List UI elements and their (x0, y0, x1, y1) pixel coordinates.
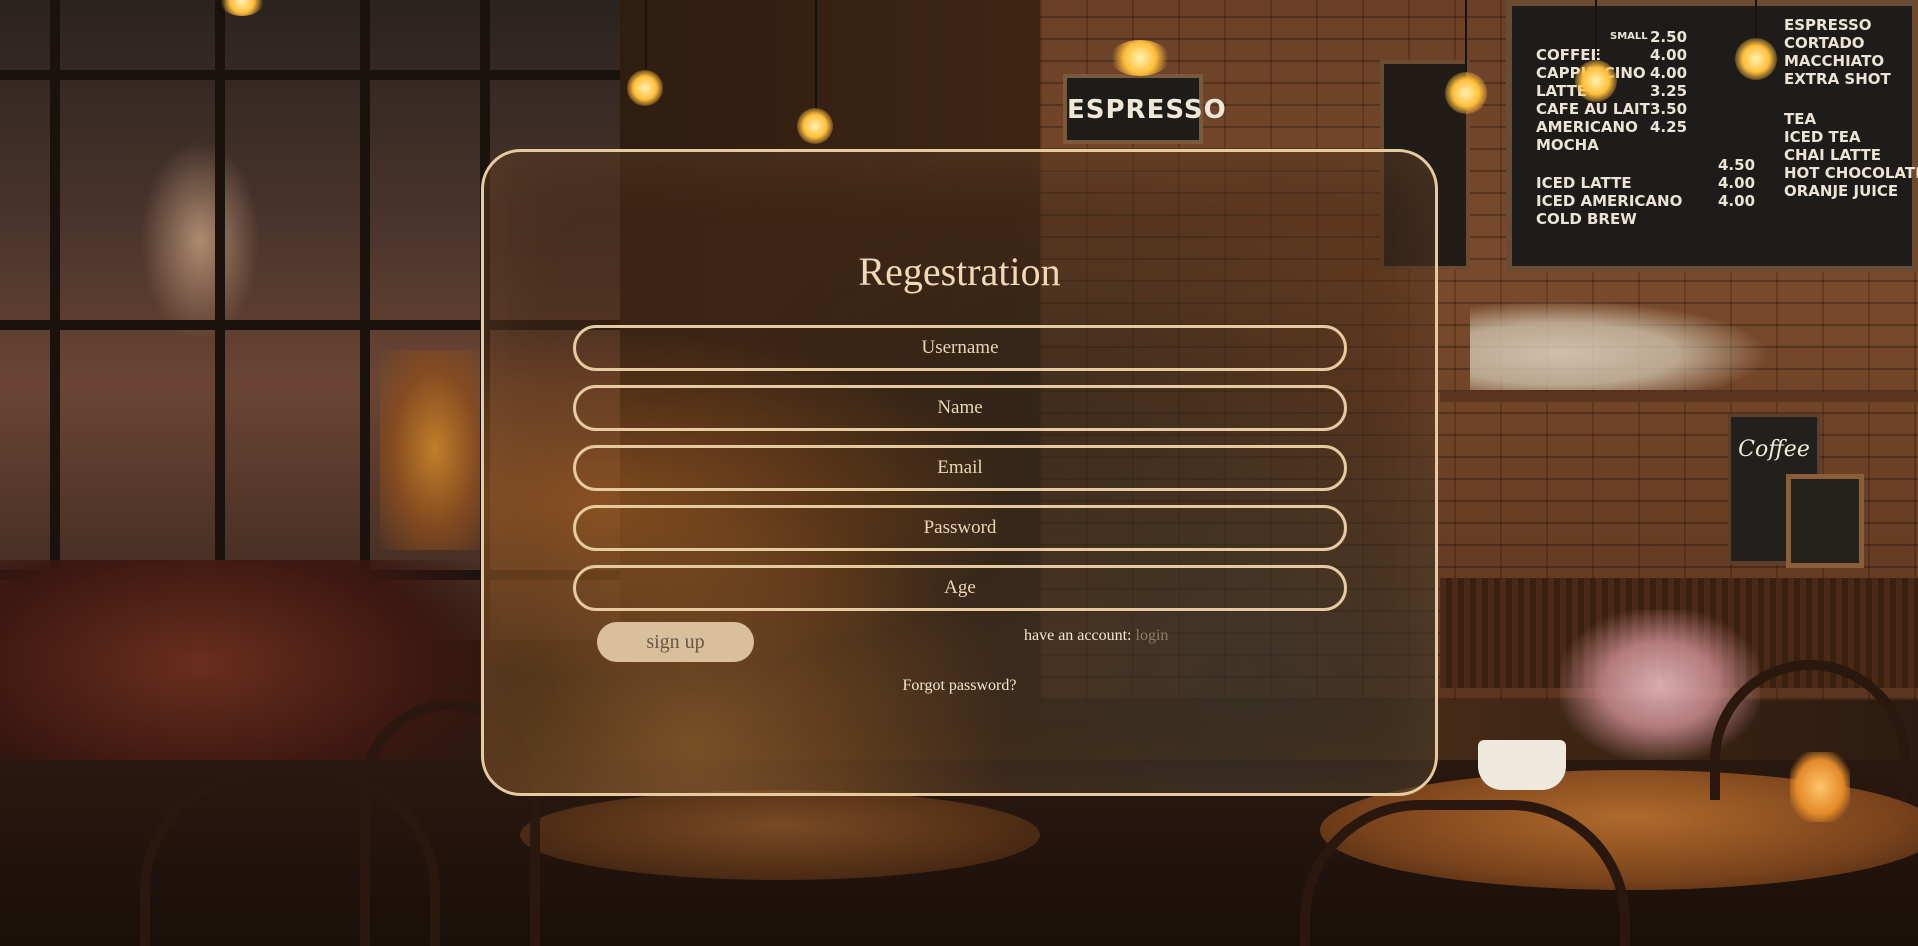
menu-board: SMALL COFFEE CAPPUCCINO LATTE CAFE AU LA… (1506, 0, 1918, 272)
username-field[interactable] (573, 325, 1347, 371)
login-link[interactable]: login (1136, 627, 1169, 644)
cups-on-shelf (1470, 300, 1770, 390)
pendant-cord (645, 0, 647, 70)
menu-line: ICED AMERICANO (1536, 192, 1683, 210)
page-title: Regestration (858, 249, 1061, 294)
menu-line: MACCHIATO (1784, 52, 1885, 70)
menu-price: 4.00 (1718, 192, 1756, 210)
forgot-password-link[interactable]: Forgot password? (484, 675, 1435, 697)
menu-price: 4.50 (1718, 156, 1756, 174)
pendant-light (1735, 38, 1777, 80)
menu-price: 4.00 (1718, 174, 1756, 192)
pendant-light (1445, 72, 1487, 114)
menu-line: CHAI LATTE (1784, 146, 1882, 164)
have-account-row: have an account: login (1024, 625, 1168, 647)
menu-price: 4.00 (1650, 46, 1688, 64)
menu-line: ICED LATTE (1536, 174, 1632, 192)
menu-line: TEA (1784, 110, 1817, 128)
menu-price: 2.50 (1650, 28, 1688, 46)
name-field[interactable] (573, 385, 1347, 431)
menu-line: COLD BREW (1536, 210, 1637, 228)
menu-price: 3.25 (1650, 82, 1688, 100)
window-transom (0, 70, 620, 80)
pendant-light (627, 70, 663, 106)
menu-price: 4.00 (1650, 64, 1688, 82)
street-lamp-glow (140, 140, 260, 340)
have-account-text: have an account: (1024, 627, 1132, 644)
menu-line: HOT CHOCOLATE (1784, 164, 1918, 182)
menu-line: ORANJE JUICE (1784, 182, 1899, 200)
pendant-light (1575, 60, 1617, 102)
ceiling-light (1110, 40, 1170, 76)
coffee-cup (1478, 740, 1566, 790)
espresso-sign: ESPRESSO (1063, 74, 1226, 144)
menu-line: AMERICANO (1536, 118, 1638, 136)
chair (140, 770, 440, 946)
shelf (1440, 392, 1918, 402)
sign-up-button[interactable]: sign up (597, 622, 754, 662)
password-field[interactable] (573, 505, 1347, 551)
email-field[interactable] (573, 445, 1347, 491)
pendant-light (797, 108, 833, 144)
pendant-cord (1755, 0, 1757, 40)
menu-line: ICED TEA (1784, 128, 1861, 146)
pendant-cord (815, 0, 817, 110)
street-light-glow (380, 350, 490, 550)
menu-price: 4.25 (1650, 118, 1688, 136)
menu-line: MOCHA (1536, 136, 1599, 154)
menu-price: 3.50 (1650, 100, 1688, 118)
menu-line: ESPRESSO (1784, 16, 1872, 34)
age-field[interactable] (573, 565, 1347, 611)
menu-header: SMALL (1610, 31, 1648, 42)
pendant-cord (1595, 0, 1597, 60)
registration-card: Regestration sign up have an account: lo… (481, 149, 1438, 796)
easel-board (1786, 474, 1864, 568)
menu-line: CAFE AU LAIT (1536, 100, 1650, 118)
menu-line: CORTADO (1784, 34, 1865, 52)
menu-line: EXTRA SHOT (1784, 70, 1891, 88)
pendant-cord (1465, 0, 1467, 72)
table-left (520, 790, 1040, 880)
